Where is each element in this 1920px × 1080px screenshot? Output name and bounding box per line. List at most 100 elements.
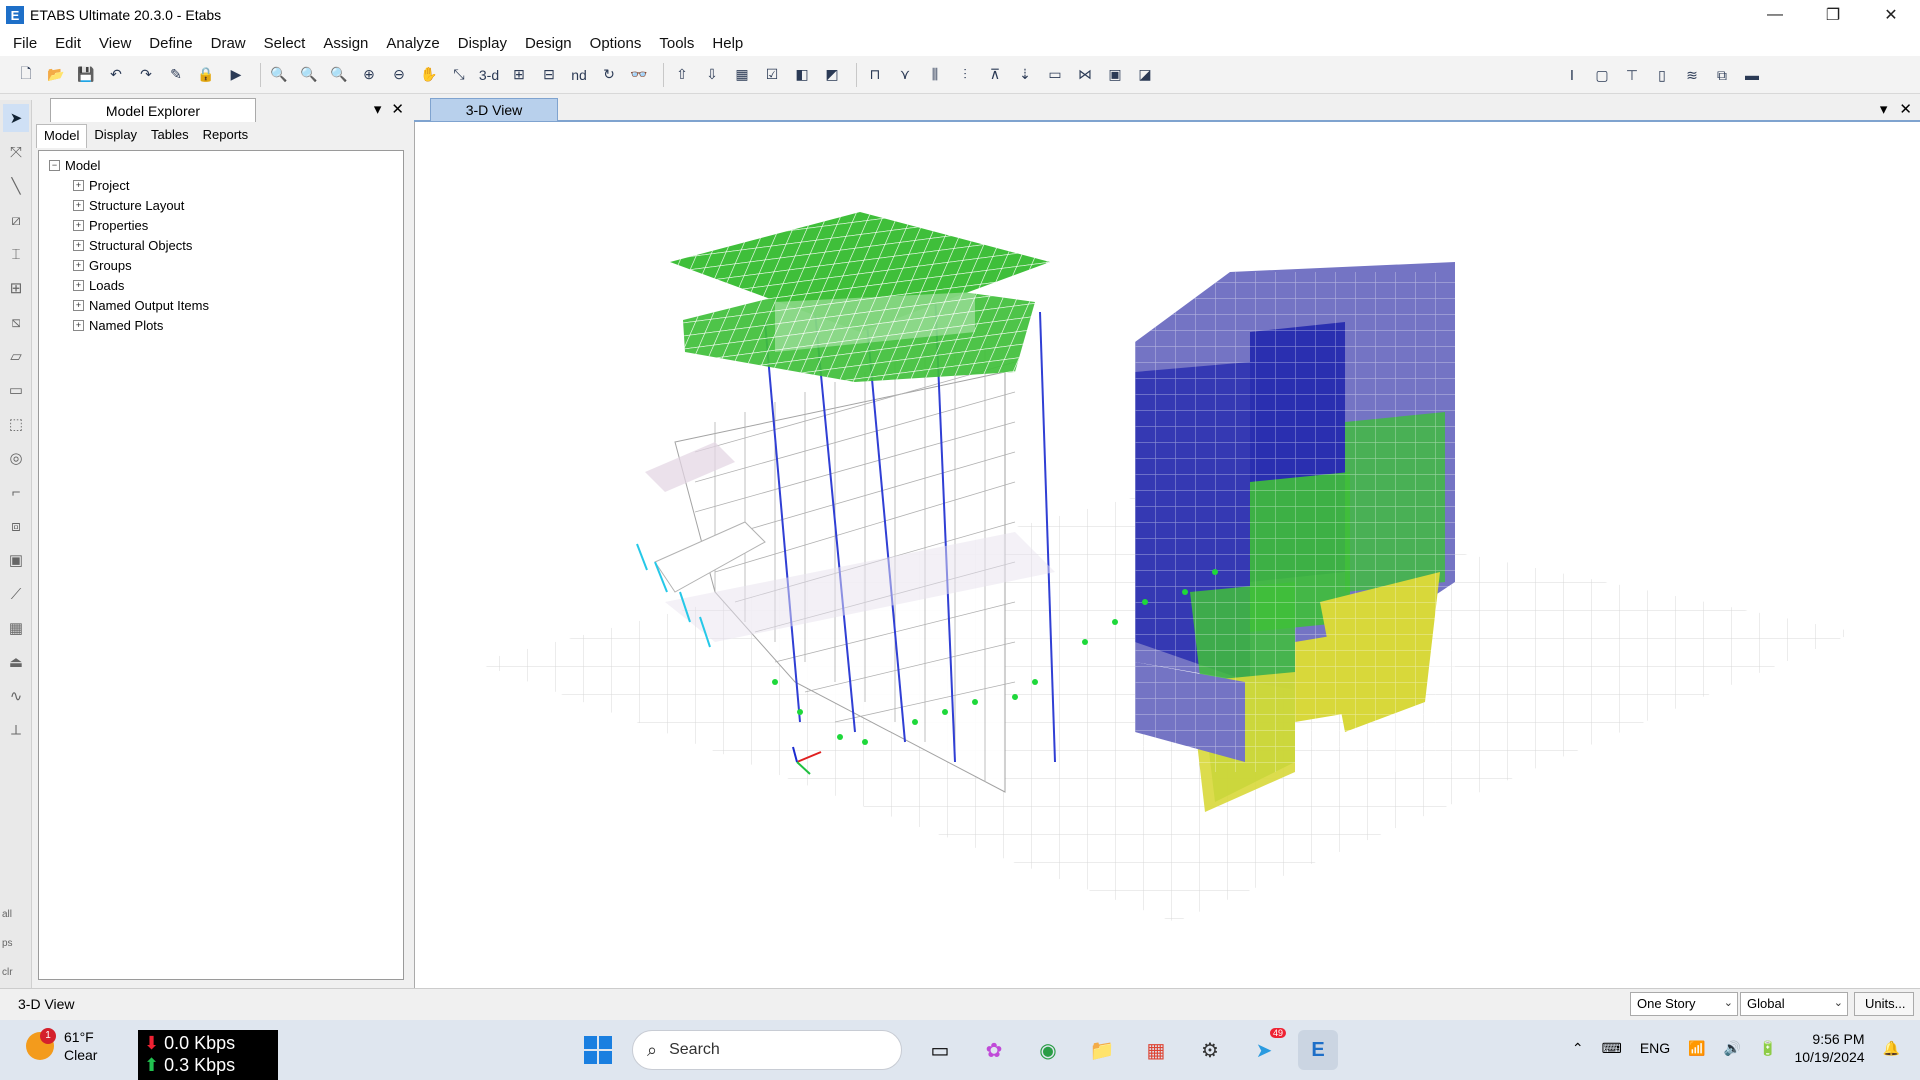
draw-frame-icon[interactable]: ⊓ [863,63,887,87]
weather-widget[interactable]: 1 61°F Clear [26,1028,97,1064]
tab-tables[interactable]: Tables [144,124,196,148]
move-up-icon[interactable]: ⇧ [670,63,694,87]
tree-node-structure-layout[interactable]: + Structure Layout [73,195,393,215]
brace-design-icon[interactable]: ≋ [1680,63,1704,87]
language-indicator[interactable]: ENG [1640,1040,1670,1056]
deformed-shape-icon[interactable]: ⋎ [893,63,917,87]
object-shrink-icon[interactable]: ▦ [730,63,754,87]
new-model-icon[interactable]: 🗋 [14,63,38,87]
battery-icon[interactable]: 🔋 [1759,1040,1776,1057]
notification-bell-icon[interactable]: 🔔 [1883,1040,1900,1057]
perspective-icon[interactable]: 👓 [627,63,651,87]
tree-node-named-output-items[interactable]: + Named Output Items [73,295,393,315]
zoom-restore-icon[interactable]: 🔍 [297,63,321,87]
lock-icon[interactable]: 🔒 [194,63,218,87]
beam-design-icon[interactable]: ⊤ [1620,63,1644,87]
draw-wall-icon[interactable]: ⌐ [3,478,29,506]
pan-icon[interactable]: ✋ [417,63,441,87]
zoom-window-icon[interactable]: 🔍 [267,63,291,87]
expand-icon[interactable]: + [73,319,84,331]
coord-system-select[interactable]: Global ⌄ [1740,992,1848,1016]
tree-node-structural-objects[interactable]: + Structural Objects [73,235,393,255]
draw-tendon-icon[interactable]: ⏏ [3,648,29,676]
menu-view[interactable]: View [90,35,140,52]
column-design-icon[interactable]: Ⅰ [1560,63,1584,87]
tree-node-properties[interactable]: + Properties [73,215,393,235]
menu-design[interactable]: Design [516,35,581,52]
draw-spring-icon[interactable]: ∿ [3,682,29,710]
elevation-view-icon[interactable]: ⊟ [537,63,561,87]
select-all-button[interactable]: all [2,909,13,920]
check-icon[interactable]: ☑ [760,63,784,87]
wifi-icon[interactable]: 📶 [1688,1040,1705,1057]
zoom-out-icon[interactable]: ⊖ [387,63,411,87]
model-viewport-3d[interactable] [414,122,1920,988]
tree-node-project[interactable]: + Project [73,175,393,195]
draw-link-icon[interactable]: ⟋ [3,580,29,608]
volume-icon[interactable]: 🔊 [1724,1040,1741,1057]
expand-icon[interactable]: + [73,239,84,251]
section-cut-icon[interactable]: ▭ [1043,63,1067,87]
draw-panel-icon[interactable]: ▣ [3,546,29,574]
draw-beam-icon[interactable]: ⧄ [3,206,29,234]
draw-line-icon[interactable]: ╲ [3,172,29,200]
draw-grid-icon[interactable]: ⊞ [3,274,29,302]
story-response-icon[interactable]: ⊼ [983,63,1007,87]
extrude-icon[interactable]: ◩ [820,63,844,87]
menu-analyze[interactable]: Analyze [377,35,448,52]
line-style-icon[interactable]: ▬ [1740,63,1764,87]
plan-view-icon[interactable]: ⊞ [507,63,531,87]
rotate-3d-icon[interactable]: ⤡ [447,63,471,87]
draw-column-icon[interactable]: ⌶ [3,240,29,268]
force-diagram-icon[interactable]: ⫼ [923,63,947,87]
nd-view-button[interactable]: nd [567,63,591,87]
menu-options[interactable]: Options [581,35,651,52]
view-3d-button[interactable]: 3-d [477,63,501,87]
menu-help[interactable]: Help [703,35,752,52]
draw-brace-icon[interactable]: ⧅ [3,308,29,336]
menu-tools[interactable]: Tools [650,35,703,52]
tree-node-groups[interactable]: + Groups [73,255,393,275]
draw-area-icon[interactable]: ▱ [3,342,29,370]
expand-icon[interactable]: + [73,179,84,191]
menu-edit[interactable]: Edit [46,35,90,52]
keyboard-icon[interactable]: ⌨ [1602,1040,1622,1057]
render-icon[interactable]: ▣ [1103,63,1127,87]
taskbar-search[interactable]: ⌕ Search [632,1030,902,1070]
restore-button[interactable]: ❐ [1804,0,1862,30]
expand-icon[interactable]: + [73,299,84,311]
file-explorer-icon[interactable]: 📁 [1082,1030,1122,1070]
chrome-icon[interactable]: ◉ [1028,1030,1068,1070]
undo-icon[interactable]: ↶ [104,63,128,87]
draw-mesh-icon[interactable]: ▦ [3,614,29,642]
reactions-icon[interactable]: ⇣ [1013,63,1037,87]
open-model-icon[interactable]: 📂 [44,63,68,87]
tab-3d-view[interactable]: 3-D View [430,98,558,122]
view-close-icon[interactable]: ✕ [1899,100,1912,118]
copilot-icon[interactable]: ✿ [974,1030,1014,1070]
story-select[interactable]: One Story ⌄ [1630,992,1738,1016]
store-icon[interactable]: ▦ [1136,1030,1176,1070]
menu-select[interactable]: Select [255,35,315,52]
mode-shape-icon[interactable]: ⋈ [1073,63,1097,87]
slab-design-icon[interactable]: ▢ [1590,63,1614,87]
zoom-full-icon[interactable]: 🔍 [327,63,351,87]
tab-reports[interactable]: Reports [196,124,256,148]
settings-gear-icon[interactable]: ⚙ [1190,1030,1230,1070]
menu-draw[interactable]: Draw [202,35,255,52]
tree-node-model[interactable]: − Model [49,155,393,175]
move-down-icon[interactable]: ⇩ [700,63,724,87]
clock[interactable]: 9:56 PM 10/19/2024 [1794,1030,1864,1066]
expand-icon[interactable]: + [73,279,84,291]
expand-icon[interactable]: + [73,199,84,211]
expand-icon[interactable]: + [73,259,84,271]
explorer-close-icon[interactable]: ✕ [391,100,404,118]
tree-node-loads[interactable]: + Loads [73,275,393,295]
zoom-in-icon[interactable]: ⊕ [357,63,381,87]
minimize-button[interactable]: — [1746,0,1804,30]
close-button[interactable]: ✕ [1862,0,1920,30]
reshape-icon[interactable]: ⤧ [3,138,29,166]
previous-select-button[interactable]: ps [2,938,13,949]
rotate-view-icon[interactable]: ↻ [597,63,621,87]
tab-display[interactable]: Display [87,124,144,148]
